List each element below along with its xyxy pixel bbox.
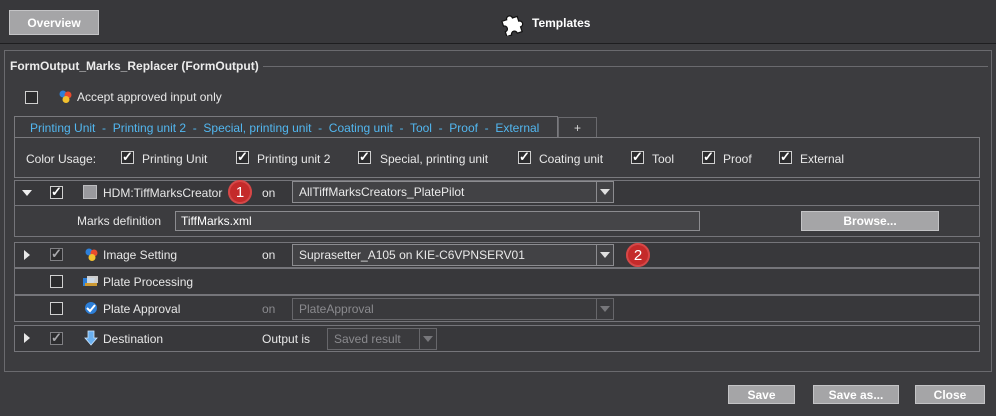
marks-creator-name: HDM:TiffMarksCreator [103,186,223,200]
section-divider [262,66,988,67]
image-setting-checkbox[interactable] [50,246,63,262]
color-usage-item-external: External [800,152,845,166]
marks-definition-label: Marks definition [77,214,162,228]
callout-badge-1: 1 [228,180,252,204]
chevron-down-icon [596,245,613,265]
puzzle-icon [501,15,524,36]
save-button[interactable]: Save [728,385,795,404]
plate-approval-checkbox[interactable] [50,302,63,315]
plate-approval-name: Plate Approval [103,302,181,316]
marks-placeholder-icon [83,185,97,199]
color-usage-item-tool: Tool [652,152,675,166]
image-setting-select-value: Suprasetter_A105 on KIE-C6VPNSERV01 [299,248,525,262]
marks-creator-select-value: AllTiffMarksCreators_PlatePilot [299,185,465,199]
color-usage-checkbox-printing-unit-2[interactable] [236,149,249,165]
chevron-down-icon [596,182,613,202]
tab-printing-units[interactable]: Printing Unit - Printing unit 2 - Specia… [14,116,558,138]
destination-name: Destination [103,332,164,346]
plate-approval-on-label: on [262,302,276,316]
destination-output-label: Output is [262,332,311,346]
color-usage-label: Color Usage: [26,152,97,166]
overview-button[interactable]: Overview [9,10,99,35]
callout-badge-2: 2 [626,243,650,267]
image-setting-name: Image Setting [103,248,178,262]
collapse-triangle-icon[interactable] [22,190,32,196]
plate-processing-name: Plate Processing [103,275,194,289]
color-usage-checkbox-tool[interactable] [631,149,644,165]
close-button[interactable]: Close [915,385,985,404]
color-usage-item-proof: Proof [723,152,752,166]
destination-select[interactable]: Saved result [327,328,437,350]
save-as-button[interactable]: Save as... [813,385,899,404]
tab-printing-units-label: Printing Unit - Printing unit 2 - Specia… [30,120,540,135]
color-usage-item-special: Special, printing unit [380,152,489,166]
color-usage-checkbox-coating[interactable] [518,149,531,165]
tab-add-button[interactable]: + [558,117,597,137]
plate-approval-select[interactable]: PlateApproval [292,298,614,320]
color-usage-checkbox-printing-unit[interactable] [121,149,134,165]
destination-checkbox[interactable] [50,330,63,346]
image-setting-select[interactable]: Suprasetter_A105 on KIE-C6VPNSERV01 [292,244,614,266]
section-title: FormOutput_Marks_Replacer (FormOutput) [10,59,263,73]
plate-approval-select-value: PlateApproval [299,302,374,316]
color-usage-checkbox-external[interactable] [779,149,792,165]
accept-approved-label: Accept approved input only [77,90,222,104]
image-setting-on-label: on [262,248,276,262]
page-title: Templates [532,16,591,30]
plate-processing-checkbox[interactable] [50,275,63,288]
destination-select-value: Saved result [334,332,401,346]
color-usage-item-coating: Coating unit [539,152,604,166]
chevron-down-icon [419,329,436,349]
plate-processing-icon [83,276,98,286]
accept-approved-checkbox[interactable] [25,91,38,104]
color-usage-checkbox-special[interactable] [358,149,371,165]
marks-definition-input[interactable]: TiffMarks.xml [175,211,700,231]
expand-triangle-icon[interactable] [24,333,30,343]
marks-definition-value: TiffMarks.xml [181,214,252,228]
chevron-down-icon [596,299,613,319]
workflow-icon [59,90,72,103]
page-title-wrap: Templates [500,10,590,36]
color-usage-item-printing-unit: Printing Unit [142,152,208,166]
marks-creator-select[interactable]: AllTiffMarksCreators_PlatePilot [292,181,614,203]
top-bar [0,0,996,44]
expand-triangle-icon[interactable] [24,250,30,260]
browse-button[interactable]: Browse... [801,211,939,231]
arrow-down-icon [84,330,98,346]
workflow-icon [85,248,98,261]
color-usage-item-printing-unit-2: Printing unit 2 [257,152,331,166]
marks-on-label: on [262,186,276,200]
color-usage-checkbox-proof[interactable] [702,149,715,165]
marks-creator-enable-checkbox[interactable] [50,184,63,200]
plate-approval-icon [85,302,97,314]
